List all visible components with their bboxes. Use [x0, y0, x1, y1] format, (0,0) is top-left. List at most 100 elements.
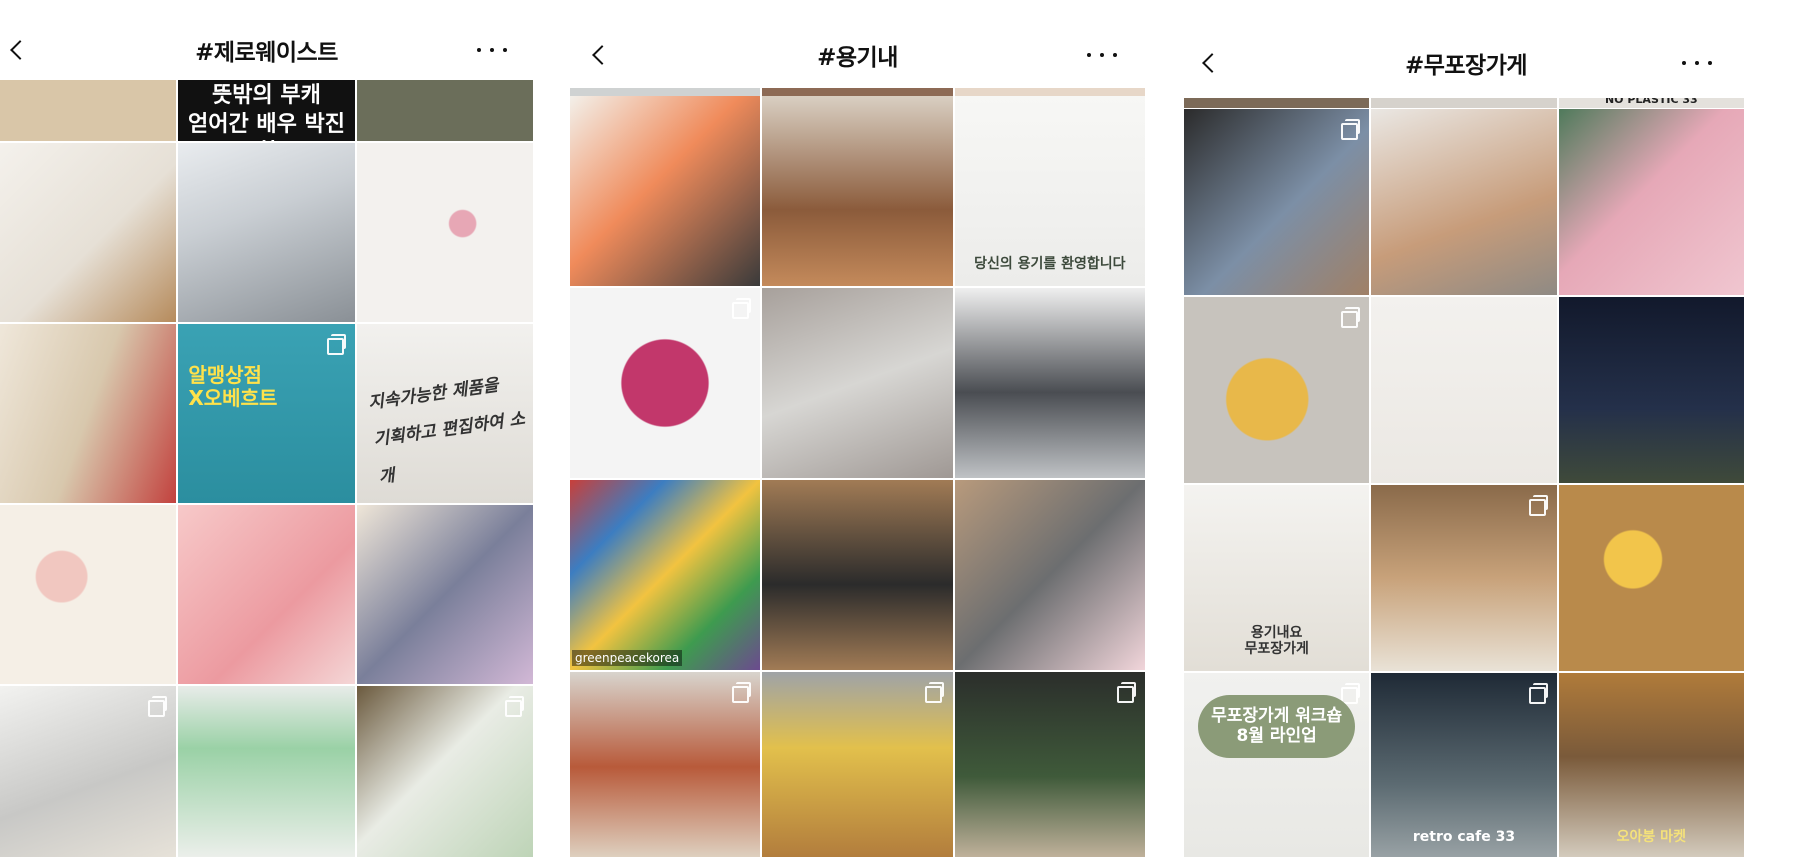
tile-caption: 용기내요 무포장가게	[1244, 624, 1309, 657]
more-options-button[interactable]	[477, 40, 507, 60]
post-thumbnail-espresso-machine[interactable]	[954, 288, 1145, 478]
dot-icon	[503, 48, 507, 52]
post-thumbnail-pink-shampoo-pieces[interactable]	[178, 505, 355, 684]
chevron-left-icon	[592, 45, 612, 65]
post-thumbnail-mushroom-soup[interactable]	[570, 672, 761, 857]
dot-icon	[1087, 53, 1091, 57]
multiple-photos-icon	[326, 334, 346, 355]
post-thumbnail[interactable]	[1371, 98, 1557, 108]
header: #제로웨이스트	[0, 15, 533, 85]
post-thumbnail-workshop-poster[interactable]: 무포장가게 워크숍 8월 라인업	[1184, 673, 1370, 857]
post-thumbnail-mesh-net-bag[interactable]	[762, 288, 953, 478]
more-options-button[interactable]	[1087, 45, 1117, 65]
dot-icon	[1113, 53, 1117, 57]
post-thumbnail-beeswax-wraps[interactable]	[356, 686, 533, 857]
dot-icon	[1708, 61, 1712, 65]
post-thumbnail-shop-notice-board[interactable]: 용기내요 무포장가게	[1184, 485, 1370, 671]
panel-mupojang-store: #무포장가게 NO PLASTIC 33 용기내요 무포장가게무포장가게 워크숍…	[1184, 0, 1748, 857]
tile-caption: 뜻밖의 부캐 얻어간 배우 박진희	[178, 80, 355, 141]
partial-row: NO PLASTIC 33	[1184, 98, 1744, 108]
post-thumbnail-pink-booklet[interactable]	[1558, 109, 1744, 295]
post-thumbnail-cookies-in-container[interactable]	[762, 480, 953, 670]
multiple-photos-icon	[1528, 683, 1548, 704]
post-thumbnail-pink-soap-dishes[interactable]	[356, 143, 533, 322]
tile-caption: 당신의 용기를 환영합니다	[974, 255, 1126, 272]
post-thumbnail[interactable]	[1184, 98, 1370, 108]
post-thumbnail-courage-tote-print[interactable]: 당신의 용기를 환영합니다	[954, 96, 1145, 286]
multiple-photos-icon	[504, 696, 524, 717]
post-thumbnail-green-packaging[interactable]	[178, 686, 355, 857]
multiple-photos-icon	[148, 696, 168, 717]
tile-caption: 알맹상점 X오베흐트	[188, 363, 278, 410]
post-thumbnail-plastic-waste-pile[interactable]: greenpeacekorea	[570, 480, 761, 670]
partial-row: 뜻밖의 부캐 얻어간 배우 박진희	[0, 80, 533, 141]
post-thumbnail-store-sign-shelf[interactable]	[1371, 297, 1557, 483]
multiple-photos-icon	[924, 682, 944, 703]
post-thumbnail-beet-smoothie-bowl[interactable]	[570, 288, 761, 478]
multiple-photos-icon	[1341, 119, 1361, 140]
dot-icon	[1682, 61, 1686, 65]
panel-zero-waste: #제로웨이스트 뜻밖의 부캐 얻어간 배우 박진희 알맹상점 X오베흐트 지속가능…	[0, 0, 533, 857]
tile-caption: retro cafe 33	[1412, 828, 1516, 845]
post-thumbnail-bread-on-rack[interactable]	[0, 324, 177, 503]
multiple-photos-icon	[732, 682, 752, 703]
dot-icon	[1695, 61, 1699, 65]
post-thumbnail-colorful-soap-bars[interactable]	[0, 505, 177, 684]
dot-icon	[1100, 53, 1104, 57]
post-thumbnail-chalkboard-dispenser[interactable]	[1184, 109, 1370, 295]
multiple-photos-icon	[1528, 495, 1548, 516]
post-thumbnail[interactable]: 뜻밖의 부캐 얻어간 배우 박진희	[178, 80, 355, 141]
post-grid: 용기내요 무포장가게무포장가게 워크숍 8월 라인업 retro cafe 33 오…	[1184, 109, 1744, 857]
post-grid: 당신의 용기를 환영합니다 greenpeacekorea	[570, 96, 1145, 857]
post-thumbnail[interactable]	[0, 80, 177, 141]
dot-icon	[490, 48, 494, 52]
post-thumbnail[interactable]: NO PLASTIC 33	[1558, 98, 1744, 108]
dot-icon	[477, 48, 481, 52]
handwritten-text: 지속가능한 제품을 기획하고 편집하여 소개	[366, 375, 526, 488]
post-thumbnail-wrapped-package[interactable]	[0, 143, 177, 322]
post-thumbnail-burger-fries-box[interactable]	[762, 672, 953, 857]
source-watermark: greenpeacekorea	[572, 650, 683, 666]
post-thumbnail-egg-tarts[interactable]	[1558, 485, 1744, 671]
post-thumbnail-kitchen-sink[interactable]	[178, 143, 355, 322]
tile-caption: 무포장가게 워크숍 8월 라인업	[1198, 695, 1356, 759]
post-thumbnail-bread-loaves[interactable]	[1184, 297, 1370, 483]
multiple-photos-icon	[1341, 307, 1361, 328]
post-thumbnail-night-tent[interactable]	[1558, 297, 1744, 483]
post-thumbnail-tumblers-and-macarons[interactable]	[954, 480, 1145, 670]
chevron-left-icon	[10, 40, 30, 60]
post-thumbnail-marbled-soap-box[interactable]	[356, 505, 533, 684]
post-thumbnail-green-tote-bag[interactable]	[1371, 109, 1557, 295]
post-thumbnail-handwritten-note[interactable]: 지속가능한 제품을 기획하고 편집하여 소개	[356, 324, 533, 503]
multiple-photos-icon	[1116, 682, 1136, 703]
post-thumbnail-donut-stack-poster[interactable]: 알맹상점 X오베흐트	[178, 324, 355, 503]
post-thumbnail-cafe-table-vase[interactable]	[762, 96, 953, 286]
post-thumbnail[interactable]	[570, 88, 761, 96]
tile-caption: 오아붕 마켓	[1616, 828, 1686, 845]
header: #용기내	[570, 20, 1145, 90]
more-options-button[interactable]	[1682, 53, 1712, 73]
hashtag-title: #무포장가게	[1404, 53, 1528, 79]
post-thumbnail-salmon-containers[interactable]	[570, 96, 761, 286]
post-thumbnail-christmas-tree[interactable]	[954, 672, 1145, 857]
post-thumbnail-wicker-basket[interactable]	[1371, 485, 1557, 671]
post-thumbnail[interactable]	[762, 88, 953, 96]
back-button[interactable]	[586, 38, 612, 72]
hashtag-title: #제로웨이스트	[195, 40, 338, 66]
post-thumbnail-steel-tumbler[interactable]	[0, 686, 177, 857]
post-thumbnail-retro-cafe-night[interactable]: retro cafe 33	[1371, 673, 1557, 857]
post-thumbnail[interactable]	[356, 80, 533, 141]
tile-caption: NO PLASTIC 33	[1604, 98, 1698, 106]
chevron-left-icon	[1202, 53, 1222, 73]
back-button[interactable]	[4, 33, 30, 67]
partial-row	[570, 88, 1145, 96]
panel-yonggi-nae: #용기내 당신의 용기를 환영합니다 greenpeacekorea	[570, 0, 1145, 857]
hashtag-title: #용기내	[817, 45, 898, 71]
post-thumbnail-outdoor-market-stall[interactable]: 오아붕 마켓	[1558, 673, 1744, 857]
header: #무포장가게	[1184, 28, 1748, 98]
post-grid: 알맹상점 X오베흐트 지속가능한 제품을 기획하고 편집하여 소개	[0, 143, 533, 857]
back-button[interactable]	[1196, 46, 1222, 80]
multiple-photos-icon	[1341, 683, 1361, 704]
multiple-photos-icon	[732, 298, 752, 319]
post-thumbnail[interactable]	[954, 88, 1145, 96]
